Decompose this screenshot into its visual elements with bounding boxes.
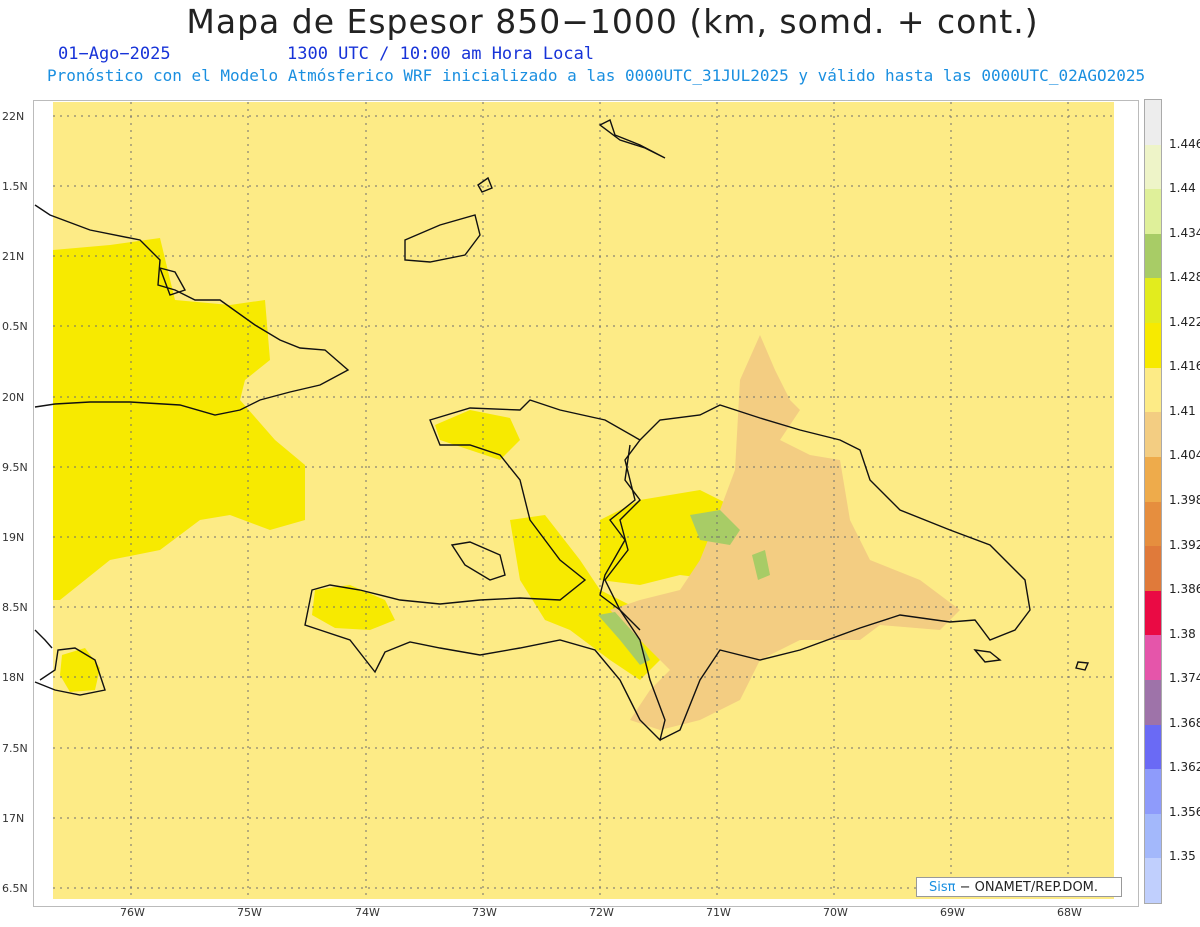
colorbar-label: 1.38 [1169,627,1196,641]
lat-label: 9.5N [2,461,28,474]
credit-text: − ONAMET/REP.DOM. [959,880,1099,895]
lat-label: 17N [2,812,25,825]
lon-label: 69W [940,906,965,919]
lon-label: 75W [237,906,262,919]
lat-label: 19N [2,531,25,544]
colorbar-label: 1.434 [1169,226,1200,240]
colorbar-label: 1.404 [1169,448,1200,462]
lon-label: 74W [355,906,380,919]
colorbar-swatch [1145,769,1161,815]
lon-label: 71W [706,906,731,919]
colorbar-label: 1.41 [1169,404,1196,418]
colorbar-swatch [1145,412,1161,458]
lon-label: 76W [120,906,145,919]
lat-label: 0.5N [2,320,28,333]
lat-label: 20N [2,391,25,404]
credit-box: Sisπ − ONAMET/REP.DOM. [916,877,1122,897]
colorbar-swatch [1145,189,1161,235]
colorbar-swatch [1145,590,1161,636]
colorbar-label: 1.374 [1169,671,1200,685]
lat-label: 7.5N [2,742,28,755]
map-frame [33,100,1139,907]
colorbar-swatch [1145,635,1161,681]
colorbar-label: 1.398 [1169,493,1200,507]
colorbar-label: 1.422 [1169,315,1200,329]
lat-label: 8.5N [2,601,28,614]
colorbar-swatch [1145,144,1161,190]
lat-label: 21N [2,250,25,263]
colorbar-label: 1.362 [1169,760,1200,774]
colorbar-swatch [1145,367,1161,413]
colorbar-label: 1.416 [1169,359,1200,373]
colorbar-swatch [1145,100,1161,146]
colorbar-label: 1.386 [1169,582,1200,596]
colorbar-label: 1.392 [1169,538,1200,552]
colorbar-swatch [1145,679,1161,726]
colorbar-swatch [1145,323,1161,369]
lat-label: 1.5N [2,180,28,193]
lat-label: 18N [2,671,25,684]
colorbar-label: 1.35 [1169,849,1196,863]
colorbar-label: 1.44 [1169,181,1196,195]
colorbar-label: 1.446 [1169,137,1200,151]
colorbar-label: 1.356 [1169,805,1200,819]
lon-label: 68W [1057,906,1082,919]
colorbar-swatch [1145,724,1161,770]
colorbar-swatch [1145,858,1161,904]
colorbar-swatch [1145,813,1161,859]
colorbar-label: 1.368 [1169,716,1200,730]
colorbar-swatch [1145,456,1161,502]
lat-label: 6.5N [2,882,28,895]
colorbar-swatch [1145,233,1161,279]
colorbar-label: 1.428 [1169,270,1200,284]
colorbar [1144,99,1162,904]
lon-label: 70W [823,906,848,919]
lon-label: 72W [589,906,614,919]
sispi-logo: Sisπ [929,880,956,895]
colorbar-swatch [1145,278,1161,324]
colorbar-swatch [1145,546,1161,592]
colorbar-swatch [1145,501,1161,547]
lon-label: 73W [472,906,497,919]
lat-label: 22N [2,110,25,123]
